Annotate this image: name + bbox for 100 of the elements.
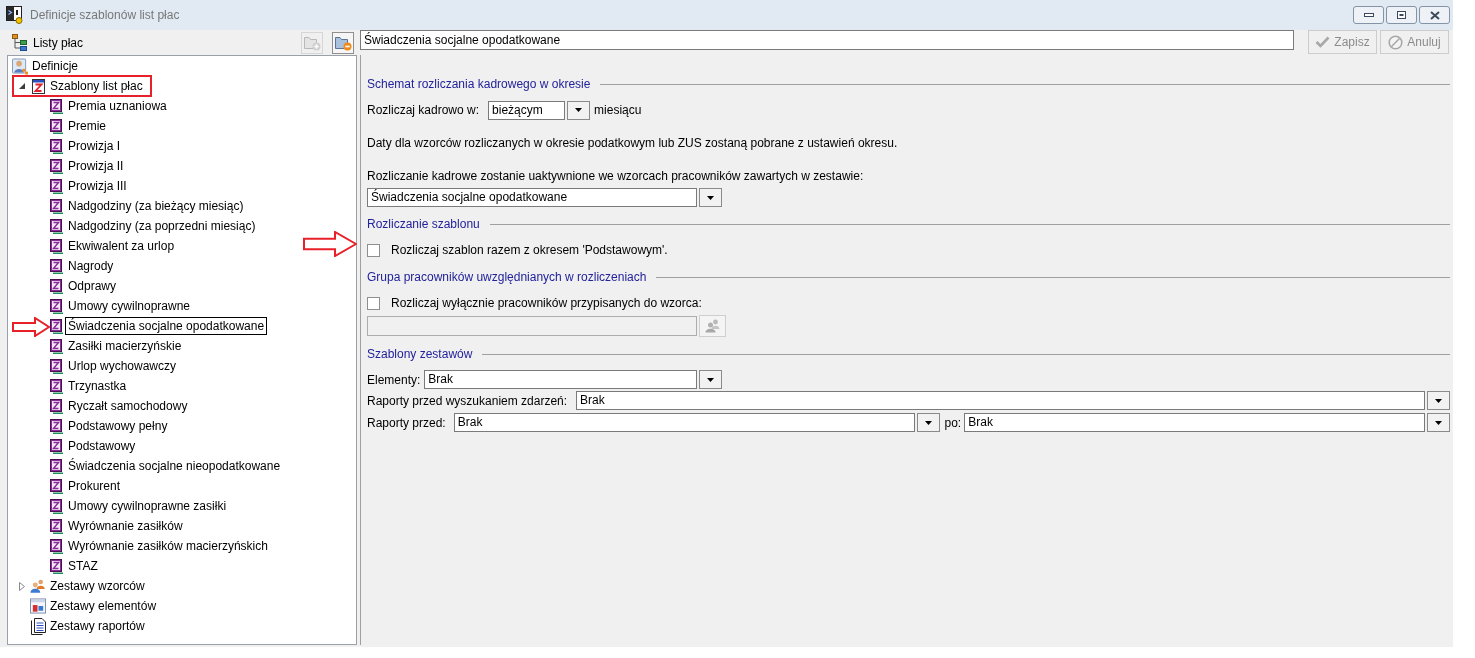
- z-tile-icon: [49, 358, 63, 374]
- info-text: Daty dla wzorców rozliczanych w okresie podatkowym lub ZUS zostaną pobrane z ustawień okresu.: [367, 135, 898, 152]
- section-title: Rozliczanie szablonu: [367, 216, 480, 233]
- tree-item[interactable]: Prowizja I: [65, 137, 123, 155]
- dropdown-field[interactable]: Brak: [453, 413, 915, 432]
- field-label: Elementy:: [367, 371, 421, 389]
- tree-item[interactable]: Podstawowy: [65, 437, 139, 455]
- tree-item[interactable]: Podstawowy pełny: [65, 417, 171, 435]
- caret-icon: [1435, 420, 1442, 425]
- z-tile-icon: [49, 378, 63, 394]
- tree-item[interactable]: Świadczenia socjalne nieopodatkowane: [65, 457, 284, 475]
- dropdown-button[interactable]: [916, 413, 940, 432]
- caret-icon: [1435, 398, 1442, 403]
- z-tile-icon: [49, 258, 63, 274]
- z-tile-icon: [49, 98, 63, 114]
- dropdown-button[interactable]: [1427, 391, 1450, 410]
- dropdown-field[interactable]: bieżącym: [488, 100, 566, 120]
- window-icon: [30, 598, 46, 614]
- tree-item[interactable]: Trzynastka: [65, 377, 130, 395]
- z-tile-icon: [49, 198, 63, 214]
- caret-icon: [924, 420, 932, 425]
- tree-item[interactable]: Urlop wychowawczy: [65, 357, 180, 375]
- dropdown-field[interactable]: Brak: [424, 370, 697, 389]
- close-icon: [1429, 10, 1440, 20]
- field-label: miesiącu: [594, 102, 642, 119]
- z-tile-icon: [49, 298, 63, 314]
- tree-item[interactable]: Prowizja III: [65, 177, 130, 195]
- z-tile-icon: [49, 498, 63, 514]
- tree-item[interactable]: Premie: [65, 117, 109, 135]
- z-tile-icon: [49, 478, 63, 494]
- tree-item[interactable]: Prokurent: [65, 477, 124, 495]
- users-icon: [30, 578, 46, 594]
- checkbox[interactable]: [367, 243, 380, 257]
- z-tile-icon: [49, 438, 63, 454]
- field-label: Rozliczaj kadrowo w:: [367, 102, 480, 119]
- tree-item[interactable]: Wyrównanie zasiłków: [65, 517, 186, 535]
- folder-plus-icon: [303, 34, 321, 51]
- dropdown-field[interactable]: Brak: [964, 413, 1425, 432]
- dropdown-button[interactable]: [699, 188, 722, 207]
- tree-item[interactable]: Szablony list płac: [47, 77, 146, 95]
- z-tile-icon: [49, 338, 63, 354]
- field-label: Raporty przed:: [367, 414, 446, 432]
- tree-item[interactable]: Zestawy wzorców: [47, 577, 148, 595]
- document-icon: [30, 617, 46, 635]
- window-title: Definicje szablonów list płac: [30, 7, 180, 24]
- caret-icon[interactable]: [19, 83, 25, 89]
- dropdown-button[interactable]: [699, 370, 722, 389]
- z-tile-icon: [49, 178, 63, 194]
- z-tile-icon: [49, 158, 63, 174]
- tree-item[interactable]: Prowizja II: [65, 157, 127, 175]
- tree-item[interactable]: Umowy cywilnoprawne zasiłki: [65, 497, 230, 515]
- minimize-icon: [1363, 13, 1374, 17]
- tree-item[interactable]: Zestawy elementów: [47, 597, 160, 615]
- z-tile-icon: [49, 518, 63, 534]
- remove-folder-button[interactable]: [332, 31, 354, 54]
- tree-item[interactable]: Zestawy raportów: [47, 617, 148, 635]
- tree-item[interactable]: Nadgodziny (za bieżący miesiąc): [65, 197, 247, 215]
- tree-item[interactable]: Świadczenia socjalne opodatkowane: [65, 317, 268, 335]
- tree-item[interactable]: Premia uznaniowa: [65, 97, 170, 115]
- caret-icon: [575, 108, 583, 112]
- tree-item[interactable]: STAZ: [65, 557, 101, 575]
- z-tile-icon: [49, 398, 63, 414]
- hierarchy-icon: [12, 34, 27, 51]
- info-text: Rozliczanie kadrowe zostanie uaktywnione we wzorcach pracowników zawartych w zestawie:: [367, 168, 864, 185]
- minimize-button[interactable]: [1353, 6, 1384, 24]
- checkbox-label: Rozliczaj szablon razem z okresem 'Podstawowym'.: [391, 242, 668, 259]
- z-tile-icon: [49, 318, 63, 334]
- tree-item[interactable]: Definicje: [29, 57, 82, 75]
- tree-item[interactable]: Ekwiwalent za urlop: [65, 237, 178, 255]
- checkbox[interactable]: [367, 296, 380, 310]
- name-field[interactable]: Świadczenia socjalne opodatkowane: [360, 30, 1294, 50]
- caret-icon: [707, 377, 714, 382]
- dropdown-button[interactable]: [1427, 413, 1450, 432]
- z-tile-icon: [49, 118, 63, 134]
- field-label: Raporty przed wyszukaniem zdarzeń:: [367, 392, 568, 410]
- check-icon: [1315, 36, 1331, 48]
- dropdown-button[interactable]: [567, 100, 591, 120]
- tree-item[interactable]: Umowy cywilnoprawne: [65, 297, 194, 315]
- section-title: Grupa pracowników uwzględnianych w rozliczeniach: [367, 269, 647, 286]
- tree-item[interactable]: Nagrody: [65, 257, 117, 275]
- dropdown-field[interactable]: Brak: [576, 391, 1425, 410]
- tree-item[interactable]: Wyrównanie zasiłków macierzyńskich: [65, 537, 271, 555]
- panel-title: Listy płac: [33, 34, 84, 52]
- tree-item[interactable]: Zasiłki macierzyńskie: [65, 337, 185, 355]
- tree-item[interactable]: Odprawy: [65, 277, 120, 295]
- tree-item[interactable]: Ryczałt samochodowy: [65, 397, 191, 415]
- tree-item[interactable]: Nadgodziny (za poprzedni miesiąc): [65, 217, 259, 235]
- dropdown-field[interactable]: Świadczenia socjalne opodatkowane: [367, 188, 697, 207]
- z-tile-icon: [49, 218, 63, 234]
- folder-minus-icon: [334, 34, 352, 51]
- z-tile-icon: [49, 418, 63, 434]
- restore-icon: [1397, 11, 1406, 19]
- users-icon: [704, 319, 721, 333]
- section-title: Szablony zestawów: [367, 346, 473, 363]
- z-tile-icon: [49, 558, 63, 574]
- close-button[interactable]: [1419, 6, 1450, 24]
- restore-button[interactable]: [1386, 6, 1417, 24]
- caret-icon: [707, 195, 714, 200]
- z-tile-icon: [49, 138, 63, 154]
- cancel-icon: [1388, 34, 1404, 50]
